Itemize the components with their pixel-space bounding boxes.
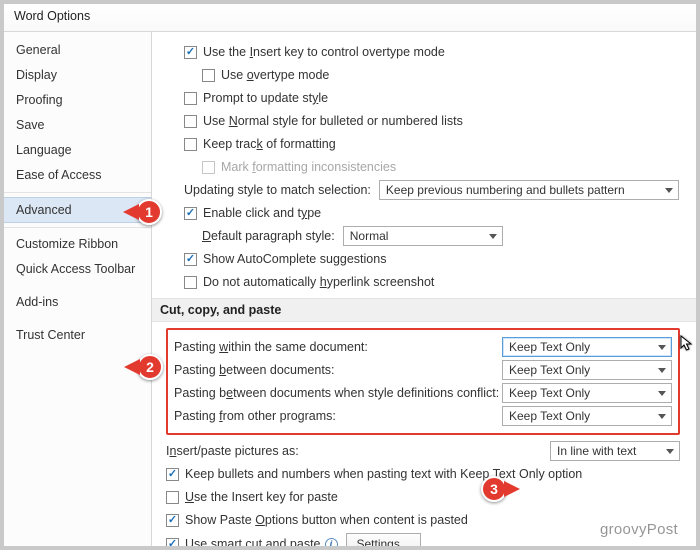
- watermark: groovyPost: [600, 521, 678, 538]
- checkbox-normal-bulleted[interactable]: [184, 115, 197, 128]
- sidebar-item-trust-center[interactable]: Trust Center: [4, 323, 151, 348]
- checkbox-no-auto-hyperlink[interactable]: [184, 276, 197, 289]
- label-paste-within: Pasting within the same document:: [174, 340, 368, 354]
- label-smart-cut-paste: Use smart cut and paste: [185, 537, 321, 546]
- label-enable-click-type: Enable click and type: [203, 206, 321, 220]
- label-keep-bullets: Keep bullets and numbers when pasting te…: [185, 467, 582, 481]
- label-paste-other: Pasting from other programs:: [174, 409, 336, 423]
- checkbox-insert-key-paste[interactable]: [166, 491, 179, 504]
- sidebar-item-save[interactable]: Save: [4, 113, 151, 138]
- label-no-auto-hyperlink: Do not automatically hyperlink screensho…: [203, 275, 434, 289]
- checkbox-show-autocomplete[interactable]: [184, 253, 197, 266]
- label-insert-key-overtype: Use the Insert key to control overtype m…: [203, 45, 445, 59]
- checkbox-enable-click-type[interactable]: [184, 207, 197, 220]
- sidebar-item-ease-of-access[interactable]: Ease of Access: [4, 163, 151, 188]
- checkbox-insert-key-overtype[interactable]: [184, 46, 197, 59]
- label-prompt-update-style: Prompt to update style: [203, 91, 328, 105]
- settings-button[interactable]: Settings...: [346, 533, 421, 546]
- sidebar-item-quick-access[interactable]: Quick Access Toolbar: [4, 257, 151, 282]
- window-title: Word Options: [4, 4, 696, 32]
- combo-paste-other[interactable]: Keep Text Only: [502, 406, 672, 426]
- label-updating-style: Updating style to match selection:: [184, 183, 371, 197]
- checkbox-mark-inconsistencies: [202, 161, 215, 174]
- label-insert-key-paste: Use the Insert key for paste: [185, 490, 338, 504]
- combo-paste-between-conflict[interactable]: Keep Text Only: [502, 383, 672, 403]
- label-use-overtype: Use overtype mode: [221, 68, 329, 82]
- info-icon[interactable]: i: [325, 538, 338, 547]
- checkbox-keep-bullets[interactable]: [166, 468, 179, 481]
- paste-options-highlight: Pasting within the same document: Keep T…: [166, 328, 680, 435]
- combo-insert-pictures[interactable]: In line with text: [550, 441, 680, 461]
- label-keep-track-formatting: Keep track of formatting: [203, 137, 336, 151]
- label-paste-between-conflict: Pasting between documents when style def…: [174, 386, 499, 400]
- checkbox-smart-cut-paste[interactable]: [166, 538, 179, 547]
- label-mark-inconsistencies: Mark formatting inconsistencies: [221, 160, 396, 174]
- checkbox-show-paste-options[interactable]: [166, 514, 179, 527]
- sidebar-item-general[interactable]: General: [4, 38, 151, 63]
- options-content: Use the Insert key to control overtype m…: [152, 32, 696, 546]
- label-insert-pictures: Insert/paste pictures as:: [166, 444, 299, 458]
- combo-default-paragraph[interactable]: Normal: [343, 226, 503, 246]
- checkbox-keep-track-formatting[interactable]: [184, 138, 197, 151]
- section-header-cut-copy-paste: Cut, copy, and paste: [152, 298, 696, 322]
- sidebar-item-display[interactable]: Display: [4, 63, 151, 88]
- sidebar-item-add-ins[interactable]: Add-ins: [4, 290, 151, 315]
- label-show-autocomplete: Show AutoComplete suggestions: [203, 252, 386, 266]
- checkbox-prompt-update-style[interactable]: [184, 92, 197, 105]
- label-show-paste-options: Show Paste Options button when content i…: [185, 513, 468, 527]
- sidebar-item-language[interactable]: Language: [4, 138, 151, 163]
- label-normal-bulleted: Use Normal style for bulleted or numbere…: [203, 114, 463, 128]
- sidebar-item-advanced[interactable]: Advanced: [4, 197, 151, 223]
- combo-updating-style[interactable]: Keep previous numbering and bullets patt…: [379, 180, 679, 200]
- sidebar-item-customize-ribbon[interactable]: Customize Ribbon: [4, 232, 151, 257]
- combo-paste-between[interactable]: Keep Text Only: [502, 360, 672, 380]
- sidebar-item-proofing[interactable]: Proofing: [4, 88, 151, 113]
- options-sidebar: General Display Proofing Save Language E…: [4, 32, 152, 546]
- combo-paste-within[interactable]: Keep Text Only: [502, 337, 672, 357]
- label-paste-between: Pasting between documents:: [174, 363, 335, 377]
- label-default-paragraph: Default paragraph style:: [202, 229, 335, 243]
- checkbox-use-overtype[interactable]: [202, 69, 215, 82]
